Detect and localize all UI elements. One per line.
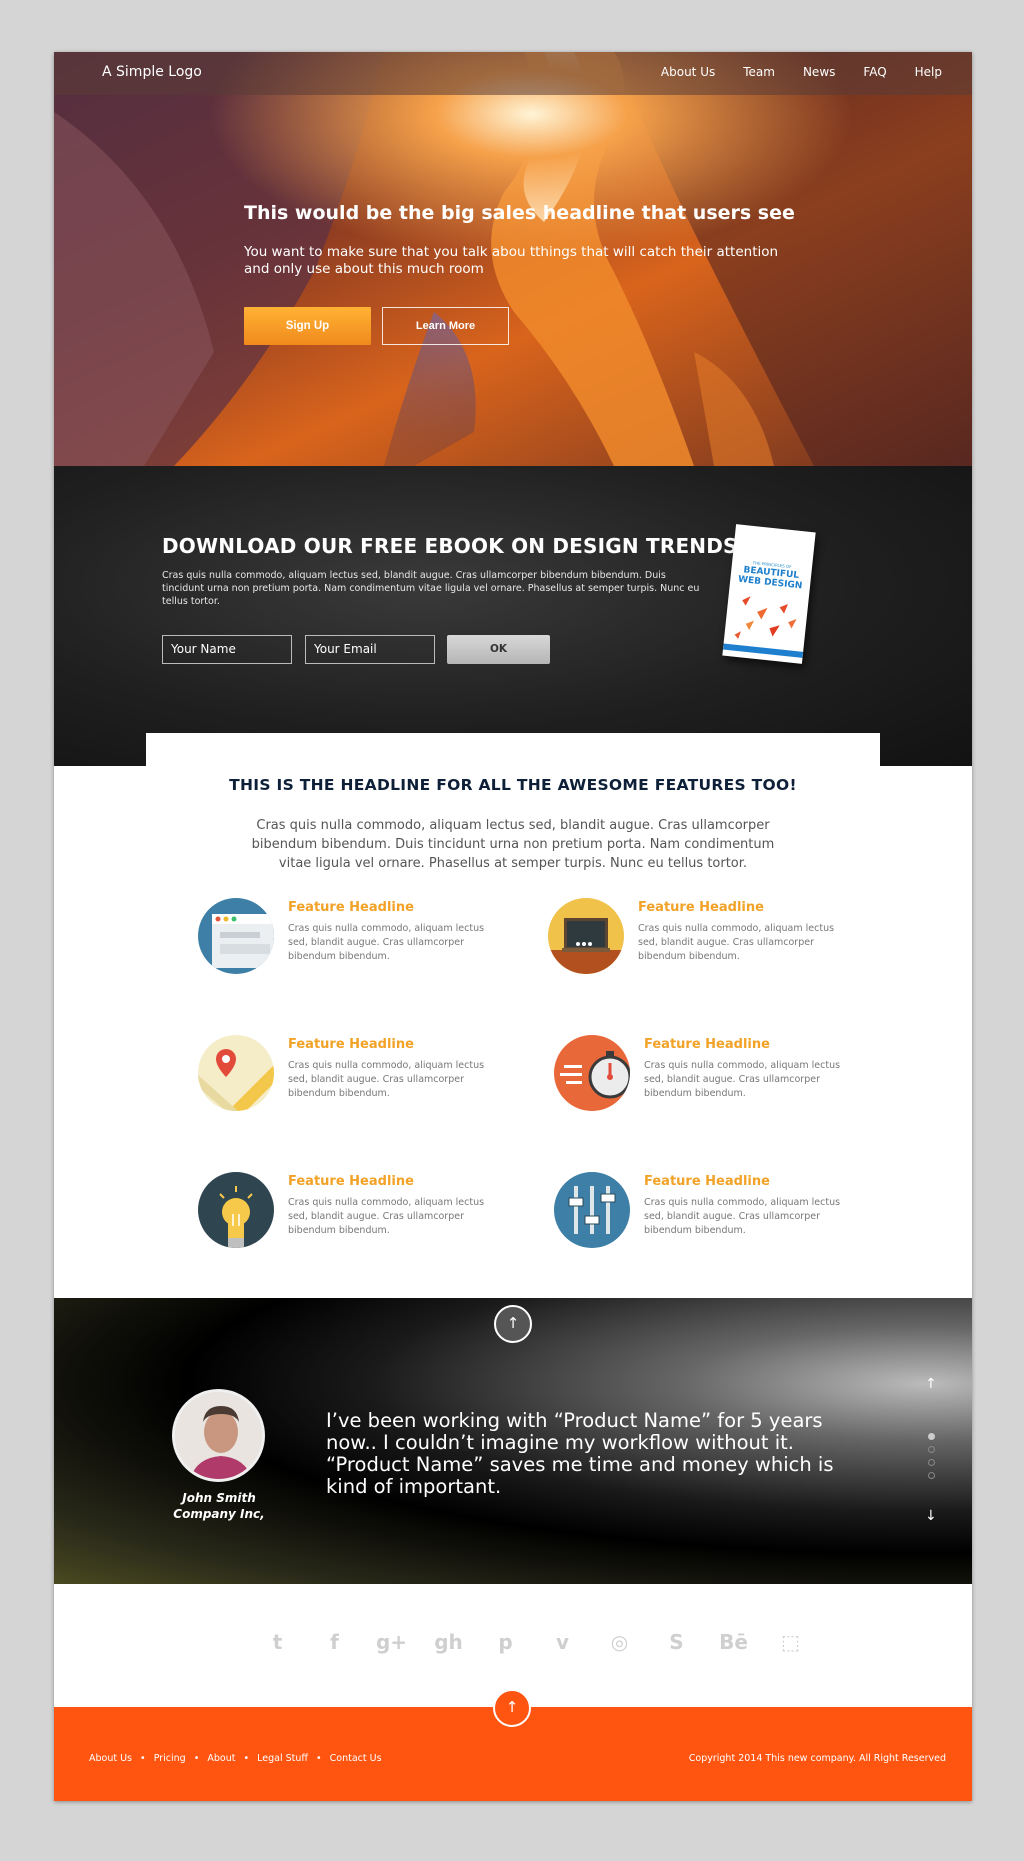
facebook-icon[interactable]: f <box>306 1630 363 1654</box>
email-input[interactable]: Your Email <box>305 635 435 664</box>
feature-item: Feature Headline Cras quis nulla commodo… <box>198 898 498 978</box>
social-icons: t f g+ gh p v ◎ S Bē ⬚ <box>249 1630 819 1654</box>
feature-text: Cras quis nulla commodo, aliquam lectus … <box>288 923 485 962</box>
ebook-headline: DOWNLOAD OUR FREE EBOOK ON DESIGN TRENDS… <box>162 534 746 558</box>
feature-title: Feature Headline <box>644 1174 770 1189</box>
nav-link-about-us[interactable]: About Us <box>661 65 715 79</box>
features-section: THIS IS THE HEADLINE FOR ALL THE AWESOME… <box>146 733 880 1325</box>
arrow-up-icon[interactable]: ↑ <box>925 1376 937 1392</box>
sign-up-button[interactable]: Sign Up <box>244 307 371 345</box>
paper-birds-illustration <box>734 596 797 640</box>
ebook-section: DOWNLOAD OUR FREE EBOOK ON DESIGN TRENDS… <box>54 466 972 766</box>
carousel-dot-active[interactable] <box>928 1433 935 1440</box>
chalkboard-icon <box>548 898 624 974</box>
ebook-cover: THE PRINCIPLES OF BEAUTIFUL WEB DESIGN <box>722 524 816 664</box>
google-plus-icon[interactable]: g+ <box>363 1630 420 1654</box>
skype-icon[interactable]: S <box>648 1630 705 1654</box>
learn-more-button[interactable]: Learn More <box>382 307 509 345</box>
carousel-dot[interactable] <box>928 1459 935 1466</box>
testimonial-quote: I’ve been working with “Product Name” fo… <box>326 1409 834 1498</box>
nav-link-news[interactable]: News <box>803 65 835 79</box>
feature-title: Feature Headline <box>288 900 414 915</box>
feature-item: Feature Headline Cras quis nulla commodo… <box>198 1035 498 1115</box>
hero-section: A Simple Logo About Us Team News FAQ Hel… <box>54 52 972 466</box>
hero-headline: This would be the big sales headline tha… <box>244 202 795 224</box>
carousel-dots <box>928 1433 935 1485</box>
stopwatch-icon <box>554 1035 630 1111</box>
feature-text: Cras quis nulla commodo, aliquam lectus … <box>288 1197 485 1236</box>
dropbox-icon[interactable]: ⬚ <box>762 1630 819 1654</box>
feature-item: Feature Headline Cras quis nulla commodo… <box>554 1035 854 1115</box>
nav-links: About Us Team News FAQ Help <box>661 65 942 79</box>
vimeo-icon[interactable]: v <box>534 1630 591 1654</box>
footer-link-about[interactable]: About <box>207 1753 235 1764</box>
feature-title: Feature Headline <box>638 900 764 915</box>
arrow-down-icon[interactable]: ↓ <box>925 1508 937 1524</box>
footer-separator: • <box>316 1753 322 1764</box>
feature-text: Cras quis nulla commodo, aliquam lectus … <box>638 923 835 962</box>
carousel-dot[interactable] <box>928 1446 935 1453</box>
nav-link-team[interactable]: Team <box>743 65 775 79</box>
nav-link-faq[interactable]: FAQ <box>863 65 886 79</box>
top-navigation: A Simple Logo About Us Team News FAQ Hel… <box>54 52 972 95</box>
ebook-description: Cras quis nulla commodo, aliquam lectus … <box>162 570 700 607</box>
scroll-up-button[interactable]: ↑ <box>494 1305 532 1343</box>
dribbble-icon[interactable]: ◎ <box>591 1630 648 1654</box>
feature-text: Cras quis nulla commodo, aliquam lectus … <box>288 1060 485 1099</box>
behance-icon[interactable]: Bē <box>705 1630 762 1654</box>
nav-link-help[interactable]: Help <box>915 65 942 79</box>
footer-link-contact[interactable]: Contact Us <box>330 1753 382 1764</box>
avatar <box>172 1389 265 1482</box>
browser-icon <box>198 898 274 974</box>
features-intro: Cras quis nulla commodo, aliquam lectus … <box>251 818 775 871</box>
carousel-dot[interactable] <box>928 1472 935 1479</box>
testimonial-author: John Smith Company Inc, <box>149 1490 289 1522</box>
footer-link-pricing[interactable]: Pricing <box>154 1753 186 1764</box>
feature-item: Feature Headline Cras quis nulla commodo… <box>198 1172 498 1252</box>
features-headline: THIS IS THE HEADLINE FOR ALL THE AWESOME… <box>229 776 797 794</box>
map-pin-icon <box>198 1035 274 1111</box>
pinterest-icon[interactable]: p <box>477 1630 534 1654</box>
footer-link-about-us[interactable]: About Us <box>89 1753 132 1764</box>
sliders-icon <box>554 1172 630 1248</box>
author-name: John Smith <box>182 1491 256 1505</box>
feature-title: Feature Headline <box>288 1037 414 1052</box>
site-logo[interactable]: A Simple Logo <box>102 64 202 80</box>
feature-title: Feature Headline <box>644 1037 770 1052</box>
twitter-icon[interactable]: t <box>249 1630 306 1654</box>
name-input[interactable]: Your Name <box>162 635 292 664</box>
feature-text: Cras quis nulla commodo, aliquam lectus … <box>644 1060 841 1099</box>
footer-separator: • <box>243 1753 250 1764</box>
feature-text: Cras quis nulla commodo, aliquam lectus … <box>644 1197 841 1236</box>
footer-separator: • <box>140 1753 146 1764</box>
copyright-text: Copyright 2014 This new company. All Rig… <box>688 1753 946 1764</box>
feature-title: Feature Headline <box>288 1174 414 1189</box>
github-icon[interactable]: gh <box>420 1630 477 1654</box>
feature-item: Feature Headline Cras quis nulla commodo… <box>548 898 848 978</box>
footer-link-legal[interactable]: Legal Stuff <box>257 1753 308 1764</box>
landing-page: A Simple Logo About Us Team News FAQ Hel… <box>54 52 972 1801</box>
footer-links: About Us • Pricing • About • Legal Stuff… <box>89 1753 387 1764</box>
lightbulb-icon <box>198 1172 274 1248</box>
author-company: Company Inc, <box>173 1507 265 1521</box>
ok-submit-button[interactable]: OK <box>447 635 550 664</box>
hero-subtext: You want to make sure that you talk abou… <box>244 244 779 277</box>
footer-separator: • <box>193 1753 200 1764</box>
back-to-top-button[interactable]: ↑ <box>493 1689 531 1727</box>
feature-item: Feature Headline Cras quis nulla commodo… <box>554 1172 854 1252</box>
